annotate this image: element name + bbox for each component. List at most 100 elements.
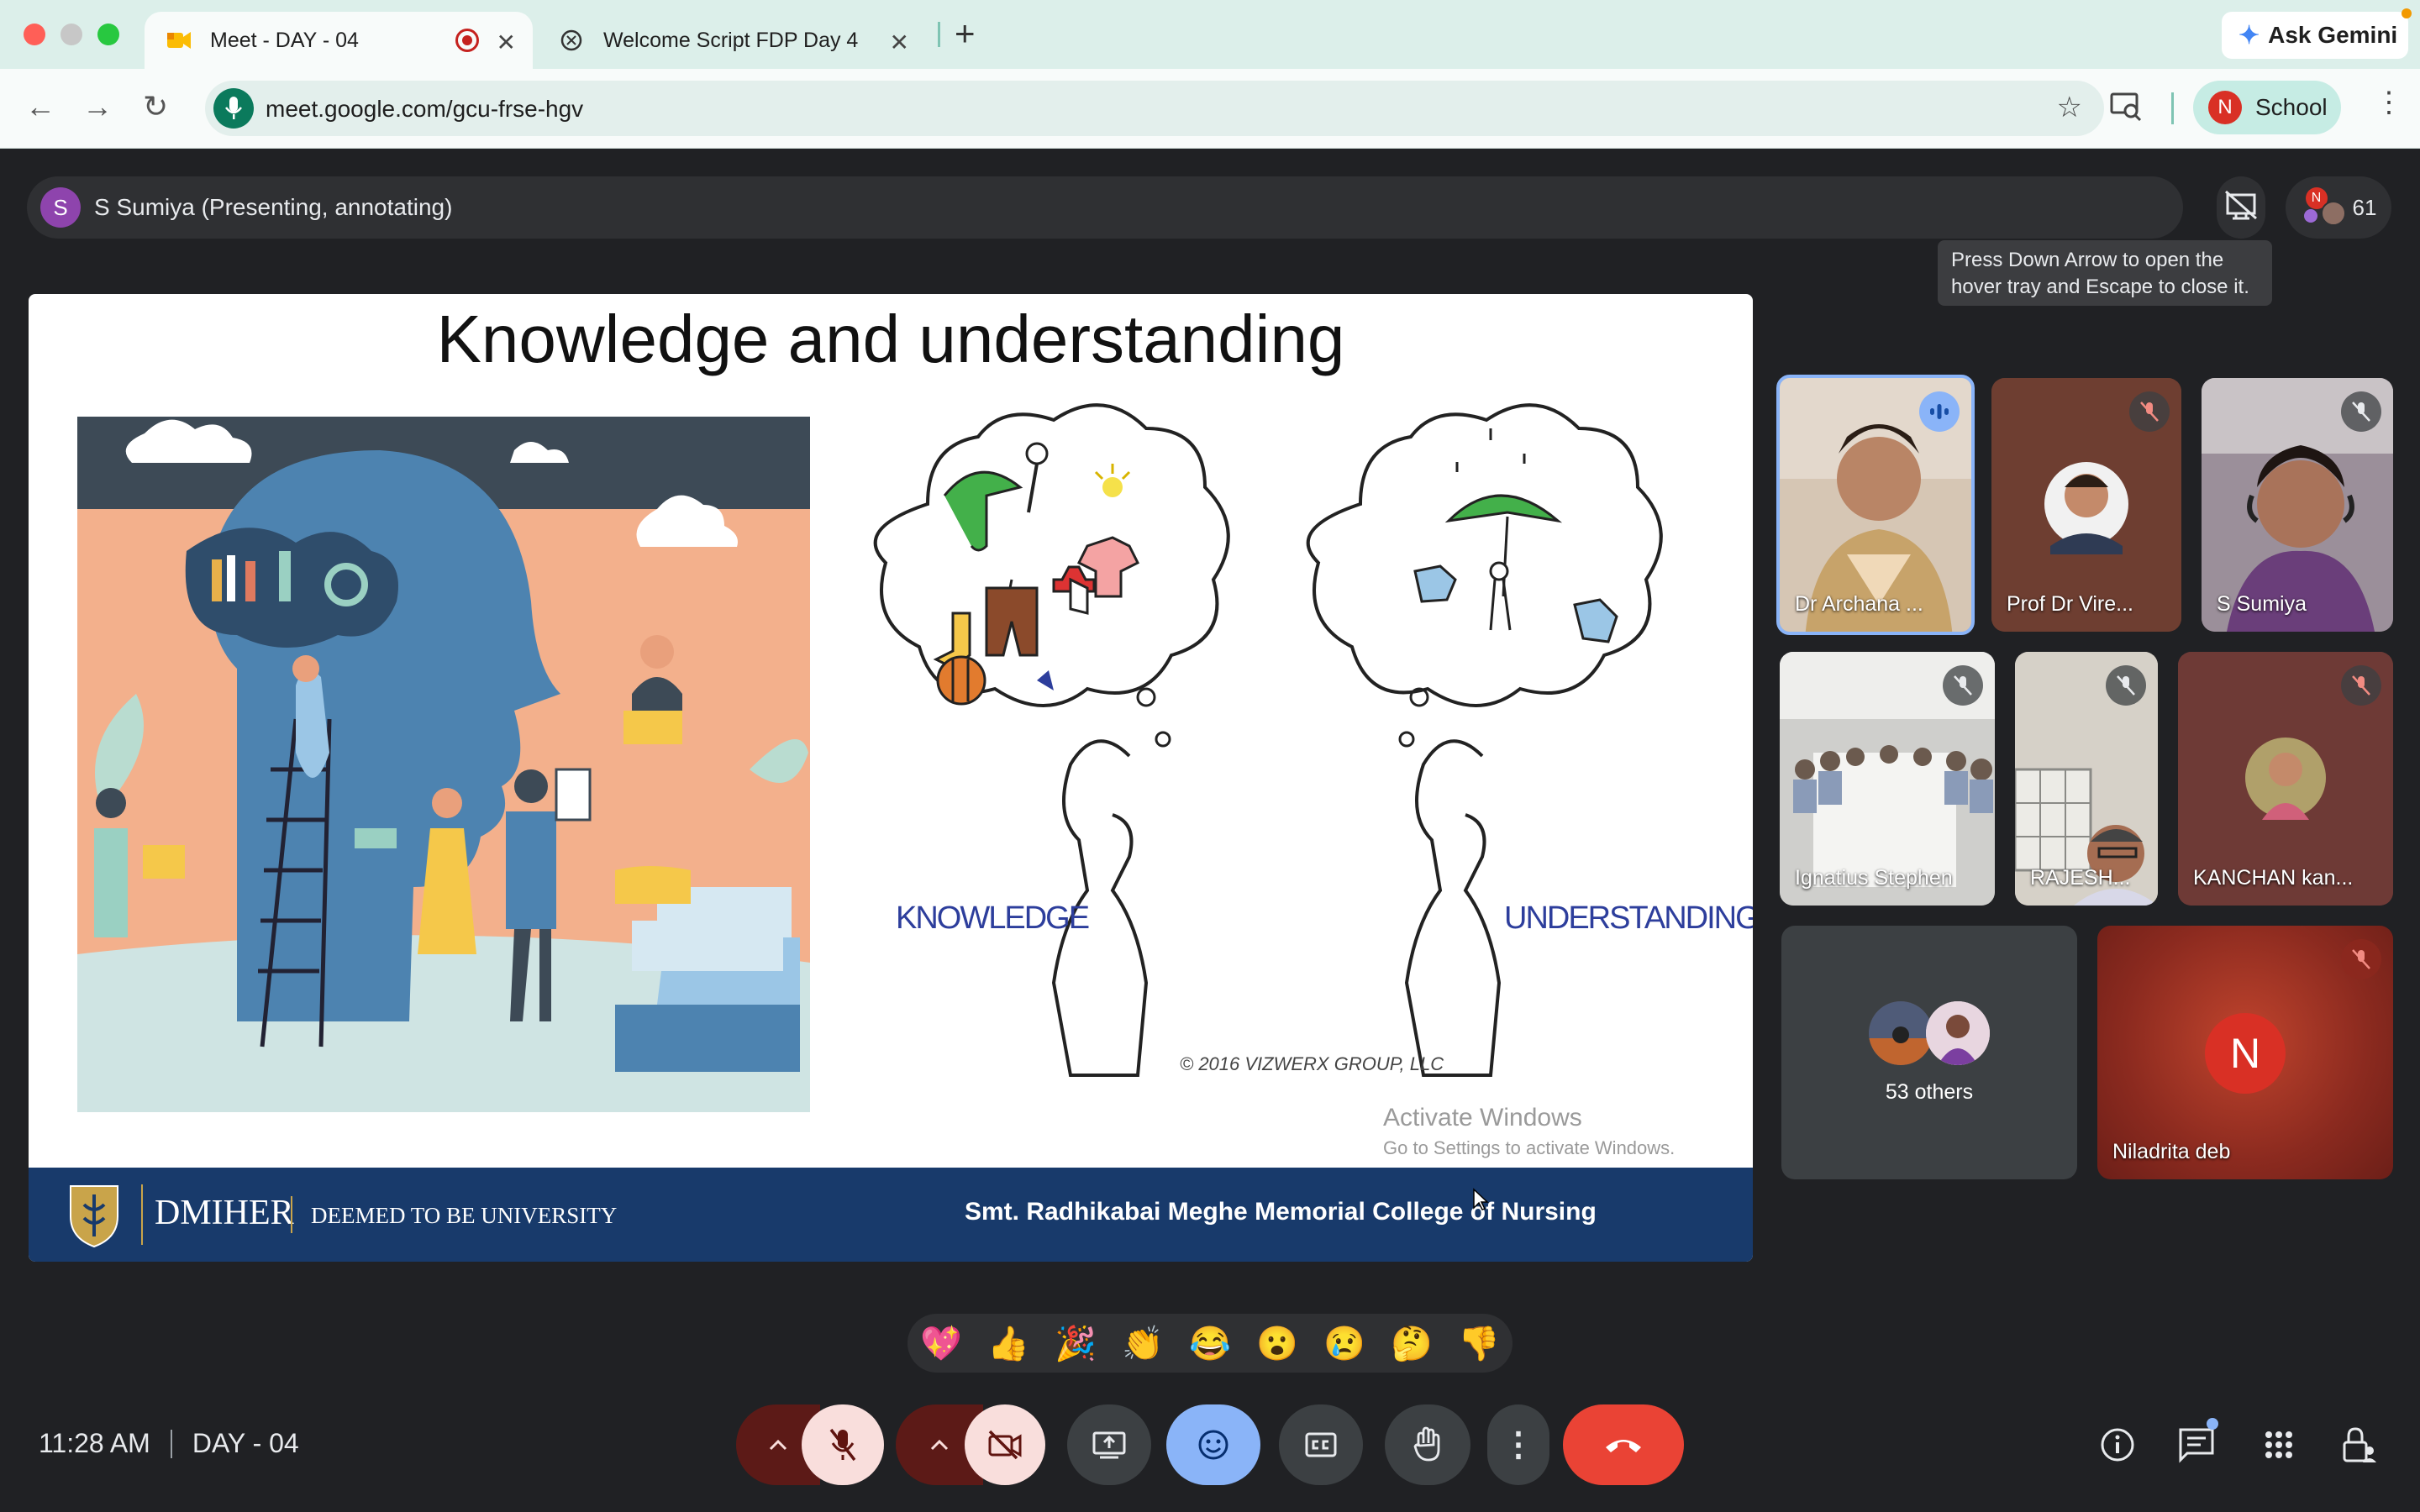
knowledge-caption: KNOWLEDGE <box>896 900 1090 936</box>
footer-divider <box>141 1184 143 1245</box>
zoom-window-button[interactable] <box>97 24 119 45</box>
close-tab-icon[interactable]: ✕ <box>497 29 516 56</box>
tab-meet[interactable]: Meet - DAY - 04 ✕ <box>145 12 533 69</box>
hide-presentation-button[interactable] <box>2217 176 2265 239</box>
footer-brand: DMIHER <box>155 1194 294 1232</box>
meeting-details: 11:28 AM DAY - 04 <box>39 1428 299 1459</box>
mic-off-icon <box>2106 665 2146 706</box>
browser-toolbar: ← → ↻ meet.google.com/gcu-frse-hgv ☆ ⋮ <box>0 69 2420 149</box>
profile-label: School <box>2255 94 2328 120</box>
presentation-off-icon <box>2224 190 2258 226</box>
captions-button[interactable] <box>1279 1404 1363 1485</box>
others-avatar <box>1926 1001 1990 1065</box>
others-avatar <box>1869 1001 1933 1065</box>
tab-title: Meet - DAY - 04 <box>210 28 359 52</box>
recording-icon <box>455 29 479 52</box>
hang-up-icon <box>1606 1440 1641 1452</box>
more-options-button[interactable]: ⋮ <box>1487 1404 1549 1485</box>
tab-strip: Meet - DAY - 04 ✕ Welcome Script FDP Day… <box>0 0 2420 69</box>
participant-tile[interactable]: S Sumiya <box>2202 378 2393 632</box>
leave-call-button[interactable] <box>1563 1404 1684 1485</box>
present-screen-icon <box>1092 1431 1126 1459</box>
avatar: N <box>2208 91 2242 124</box>
chevron-up-icon <box>930 1439 949 1451</box>
mic-off-icon <box>2341 665 2381 706</box>
reaction-sparkling-heart[interactable]: 💖 <box>920 1324 962 1363</box>
participant-tile[interactable]: Prof Dr Vire... <box>1991 378 2181 632</box>
current-time: 11:28 AM <box>39 1428 150 1458</box>
participant-name: Dr Archana ... <box>1795 592 1923 616</box>
slide-title: Knowledge and understanding <box>436 302 1345 376</box>
tab-title: Welcome Script FDP Day 4 <box>603 28 859 52</box>
mic-toggle-button[interactable] <box>802 1404 884 1485</box>
raise-hand-button[interactable] <box>1385 1404 1470 1485</box>
presentation-slide: Knowledge and understanding KNOWLEDGE UN… <box>29 294 1753 1262</box>
participant-name: Niladrita deb <box>2112 1140 2231 1163</box>
close-window-button[interactable] <box>24 24 45 45</box>
emoji-icon <box>1198 1430 1228 1460</box>
close-tab-icon[interactable]: ✕ <box>890 29 909 56</box>
host-controls-button[interactable] <box>2336 1423 2380 1467</box>
university-emblem-icon <box>59 1179 129 1250</box>
tab-welcome-script[interactable]: Welcome Script FDP Day 4 ✕ <box>538 12 926 69</box>
forward-button[interactable]: → <box>82 89 113 124</box>
participant-avatars: N <box>2301 186 2346 229</box>
more-vert-icon: ⋮ <box>1502 1426 1535 1463</box>
site-mic-icon[interactable] <box>213 88 254 129</box>
illustration-copyright: © 2016 VIZWERX GROUP, LLC <box>1180 1053 1444 1074</box>
new-tab-button[interactable]: + <box>955 13 976 54</box>
participant-tile[interactable]: RAJESH... <box>2015 652 2158 906</box>
reload-button[interactable]: ↻ <box>143 89 168 124</box>
understanding-caption: UNDERSTANDING <box>1504 900 1753 936</box>
others-tile[interactable]: 53 others <box>1781 926 2077 1179</box>
camera-toggle-button[interactable] <box>965 1404 1045 1485</box>
slide-footer: DMIHER DEEMED TO BE UNIVERSITY Smt. Radh… <box>29 1168 1753 1262</box>
participant-tile[interactable]: Ignatius Stephen <box>1780 652 1995 906</box>
others-count-label: 53 others <box>1885 1080 1974 1104</box>
participant-name: Prof Dr Vire... <box>2007 592 2133 616</box>
chat-button[interactable] <box>2175 1418 2218 1467</box>
watermark-title: Activate Windows <box>1383 1104 1582 1131</box>
back-button[interactable]: ← <box>25 89 55 124</box>
reaction-party-popper[interactable]: 🎉 <box>1055 1324 1097 1363</box>
mic-off-icon <box>1943 665 1983 706</box>
reaction-clapping[interactable]: 👏 <box>1122 1324 1164 1363</box>
tab-divider <box>938 22 940 47</box>
address-bar[interactable]: meet.google.com/gcu-frse-hgv ☆ <box>205 81 2104 136</box>
reaction-thumbs-up[interactable]: 👍 <box>987 1324 1029 1363</box>
reactions-button[interactable] <box>1166 1404 1260 1485</box>
cast-search-icon[interactable] <box>2109 89 2143 123</box>
participant-tile[interactable]: Dr Archana ... <box>1776 375 1975 635</box>
speaking-indicator-icon <box>1919 391 1960 432</box>
reaction-crying[interactable]: 😢 <box>1323 1324 1365 1363</box>
bookmark-star-icon[interactable]: ☆ <box>2057 91 2082 124</box>
chrome-menu-icon[interactable]: ⋮ <box>2375 86 2403 119</box>
chevron-up-icon <box>769 1439 787 1451</box>
meeting-details-button[interactable] <box>2096 1423 2139 1467</box>
participant-count: 61 <box>2352 194 2377 220</box>
mic-off-icon <box>829 1428 856 1462</box>
mouse-cursor <box>1472 1188 1489 1215</box>
participant-tile[interactable]: N Niladrita deb <box>2097 926 2393 1179</box>
profile-button[interactable]: N School <box>2193 81 2341 134</box>
meet-icon <box>166 29 191 52</box>
reaction-thumbs-down[interactable]: 👎 <box>1458 1324 1500 1363</box>
presenter-avatar: S <box>40 187 81 228</box>
ask-gemini-label: Ask Gemini <box>2268 22 2398 48</box>
activities-button[interactable] <box>2257 1423 2301 1467</box>
present-now-button[interactable] <box>1067 1404 1151 1485</box>
reaction-thinking[interactable]: 🤔 <box>1391 1324 1433 1363</box>
presenter-bar[interactable]: S S Sumiya (Presenting, annotating) <box>27 176 2183 239</box>
ask-gemini-button[interactable]: ✦ Ask Gemini <box>2222 12 2408 59</box>
participant-name: Ignatius Stephen <box>1795 866 1953 890</box>
reaction-tears-of-joy[interactable]: 😂 <box>1189 1324 1231 1363</box>
knowledge-understanding-cartoon <box>869 403 1743 1134</box>
notification-dot <box>2402 8 2412 18</box>
reaction-surprised[interactable]: 😮 <box>1256 1324 1298 1363</box>
participant-tile[interactable]: KANCHAN kan... <box>2178 652 2393 906</box>
people-button[interactable]: N 61 <box>2286 176 2391 239</box>
watermark-subtitle: Go to Settings to activate Windows. <box>1383 1137 1676 1158</box>
minimize-window-button[interactable] <box>60 24 82 45</box>
closed-captions-icon <box>1305 1432 1337 1457</box>
toolbar-divider <box>2171 92 2174 124</box>
